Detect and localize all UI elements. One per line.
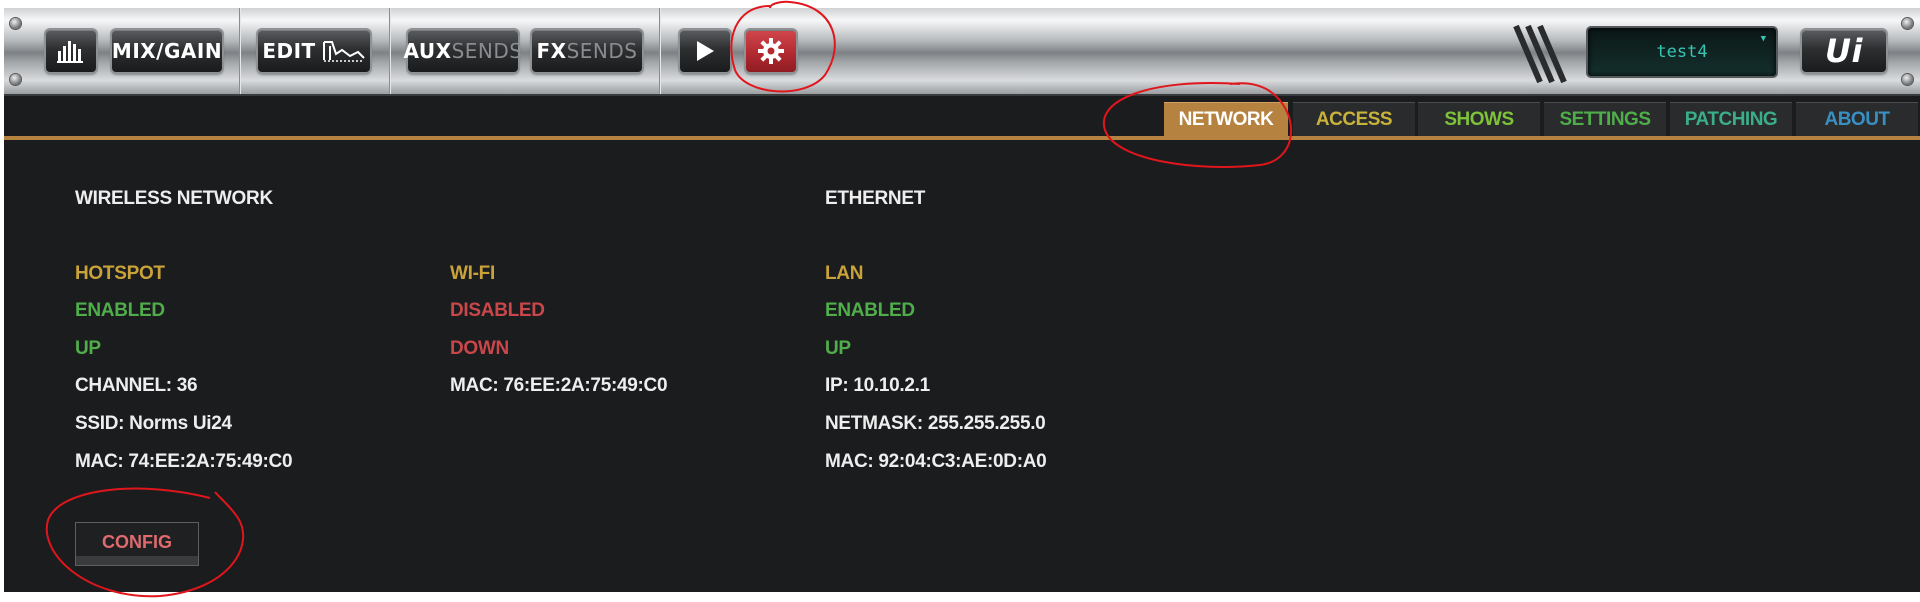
hotspot-ssid: SSID: Norms Ui24: [75, 413, 232, 434]
hotspot-state: ENABLED: [75, 300, 165, 321]
show-name: test4: [1656, 42, 1708, 62]
lan-netmask: NETMASK: 255.255.255.0: [825, 413, 1046, 434]
fx-sends-label: SENDS: [566, 39, 638, 63]
show-name-display[interactable]: test4 ▼: [1588, 28, 1776, 76]
wifi-title: WI-FI: [450, 263, 495, 284]
ui-logo: Ui: [1802, 30, 1886, 72]
tab-label: NETWORK: [1178, 109, 1274, 130]
tab-label: ABOUT: [1824, 109, 1890, 130]
config-label: CONFIG: [102, 532, 172, 552]
lan-ip: IP: 10.10.2.1: [825, 375, 930, 396]
mix-gain-button[interactable]: MIX/GAIN: [112, 30, 222, 72]
settings-tabs: NETWORK ACCESS SHOWS SETTINGS PATCHING A…: [4, 102, 1920, 137]
tab-about[interactable]: ABOUT: [1796, 102, 1918, 137]
fx-sends-button[interactable]: FX SENDS: [532, 30, 642, 72]
tab-network[interactable]: NETWORK: [1164, 102, 1288, 137]
bar-meters-icon: [57, 41, 83, 63]
app-window: MIX/GAIN EDIT AUX SENDS FX SENDS test4 ▼…: [4, 8, 1920, 592]
main-toolbar: MIX/GAIN EDIT AUX SENDS FX SENDS test4 ▼…: [4, 8, 1920, 96]
fx-label: FX: [536, 39, 567, 63]
screw-icon: [1902, 74, 1913, 85]
play-button[interactable]: [680, 30, 730, 72]
ethernet-heading: ETHERNET: [825, 188, 925, 209]
tab-shows[interactable]: SHOWS: [1418, 102, 1540, 137]
lan-state: ENABLED: [825, 300, 915, 321]
dropdown-caret-icon: ▼: [1760, 34, 1766, 44]
config-button-bar: [76, 556, 198, 565]
edit-label: EDIT: [262, 39, 316, 63]
meters-button[interactable]: [46, 30, 96, 72]
tab-label: ACCESS: [1315, 109, 1393, 130]
mix-gain-label: MIX/GAIN: [111, 39, 223, 63]
decorative-stripes: [1513, 24, 1567, 84]
hotspot-link: UP: [75, 338, 101, 359]
logo-text: Ui: [1825, 32, 1863, 70]
wifi-link: DOWN: [450, 338, 509, 359]
aux-label: AUX: [403, 39, 452, 63]
lan-link: UP: [825, 338, 851, 359]
tab-underline: [4, 136, 1920, 140]
wireless-heading: WIRELESS NETWORK: [75, 188, 273, 209]
tab-patching[interactable]: PATCHING: [1670, 102, 1792, 137]
lan-mac: MAC: 92:04:C3:AE:0D:A0: [825, 451, 1047, 472]
play-icon: [697, 41, 714, 61]
screw-icon: [1902, 18, 1913, 29]
hotspot-mac: MAC: 74:EE:2A:75:49:C0: [75, 451, 293, 472]
aux-sends-button[interactable]: AUX SENDS: [404, 30, 522, 72]
aux-sends-label: SENDS: [451, 39, 523, 63]
gear-icon: [758, 38, 784, 64]
wifi-mac: MAC: 76:EE:2A:75:49:C0: [450, 375, 668, 396]
tab-settings[interactable]: SETTINGS: [1544, 102, 1666, 137]
tab-access[interactable]: ACCESS: [1293, 102, 1415, 137]
tab-label: SHOWS: [1444, 109, 1514, 130]
hotspot-title: HOTSPOT: [75, 263, 165, 284]
wifi-state: DISABLED: [450, 300, 545, 321]
lan-title: LAN: [825, 263, 864, 284]
eq-curve-icon: [322, 41, 365, 62]
settings-button[interactable]: [746, 30, 796, 72]
config-button[interactable]: CONFIG: [75, 522, 199, 566]
tab-label: SETTINGS: [1559, 109, 1651, 130]
tab-label: PATCHING: [1684, 109, 1778, 130]
hotspot-channel: CHANNEL: 36: [75, 375, 198, 396]
edit-button[interactable]: EDIT: [258, 30, 370, 72]
